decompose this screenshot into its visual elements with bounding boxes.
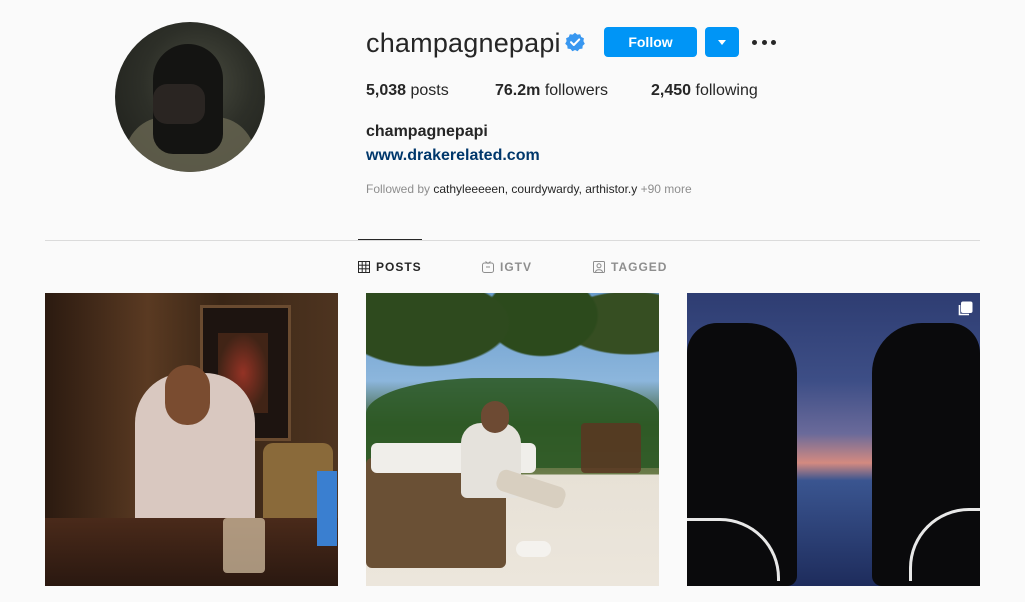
suggested-accounts-dropdown-button[interactable] [705, 27, 739, 57]
followed-by-prefix: Followed by [366, 182, 431, 196]
verified-badge-icon [565, 32, 585, 52]
chevron-down-icon [718, 40, 726, 45]
tab-label: IGTV [500, 260, 533, 274]
posts-label: posts [410, 82, 449, 99]
following-count: 2,450 [651, 82, 692, 99]
carousel-multiple-icon [958, 301, 973, 316]
tagged-icon [593, 261, 605, 273]
followed-by-names: cathyleeeeen, courdywardy, arthistor.y [433, 182, 638, 196]
profile-website-link[interactable]: www.drakerelated.com [366, 147, 540, 165]
post-art-element [317, 471, 337, 546]
post-art-element [165, 365, 210, 425]
followed-by-text[interactable]: Followed by cathyleeeeen, courdywardy, a… [366, 182, 692, 196]
more-dot [752, 39, 757, 45]
avatar-hands [153, 84, 205, 124]
post-art-element [516, 541, 551, 557]
post-thumbnail-dusk[interactable] [687, 293, 980, 586]
post-art-element [481, 401, 509, 433]
tab-posts[interactable]: POSTS [358, 259, 422, 275]
igtv-icon [482, 261, 494, 273]
tab-label: TAGGED [611, 260, 668, 274]
followers-count: 76.2m [495, 82, 541, 99]
more-options-icon[interactable] [752, 31, 776, 53]
posts-count: 5,038 [366, 82, 407, 99]
tabs-divider [45, 240, 980, 241]
followed-by-more: +90 more [640, 182, 692, 196]
active-tab-indicator [358, 239, 422, 240]
grid-icon [358, 261, 370, 273]
profile-full-name: champagnepapi [366, 123, 488, 140]
followers-label: followers [544, 82, 608, 99]
post-art-element [223, 518, 265, 573]
profile-username: champagnepapi [366, 28, 561, 58]
posts-stat: 5,038 posts [366, 82, 449, 100]
tab-igtv[interactable]: IGTV [482, 259, 532, 275]
more-dot [771, 39, 776, 45]
following-label: following [695, 82, 758, 99]
following-stat[interactable]: 2,450 following [651, 82, 758, 100]
post-thumbnail-studio[interactable] [45, 293, 338, 586]
more-dot [761, 39, 767, 45]
tab-tagged[interactable]: TAGGED [593, 259, 667, 275]
post-art-element [45, 518, 338, 586]
post-art-element [581, 423, 641, 473]
follow-button[interactable]: Follow [604, 27, 697, 57]
profile-avatar[interactable] [115, 22, 265, 172]
followers-stat[interactable]: 76.2m followers [495, 82, 608, 100]
post-thumbnail-beach[interactable] [366, 293, 659, 586]
tab-label: POSTS [376, 260, 422, 274]
